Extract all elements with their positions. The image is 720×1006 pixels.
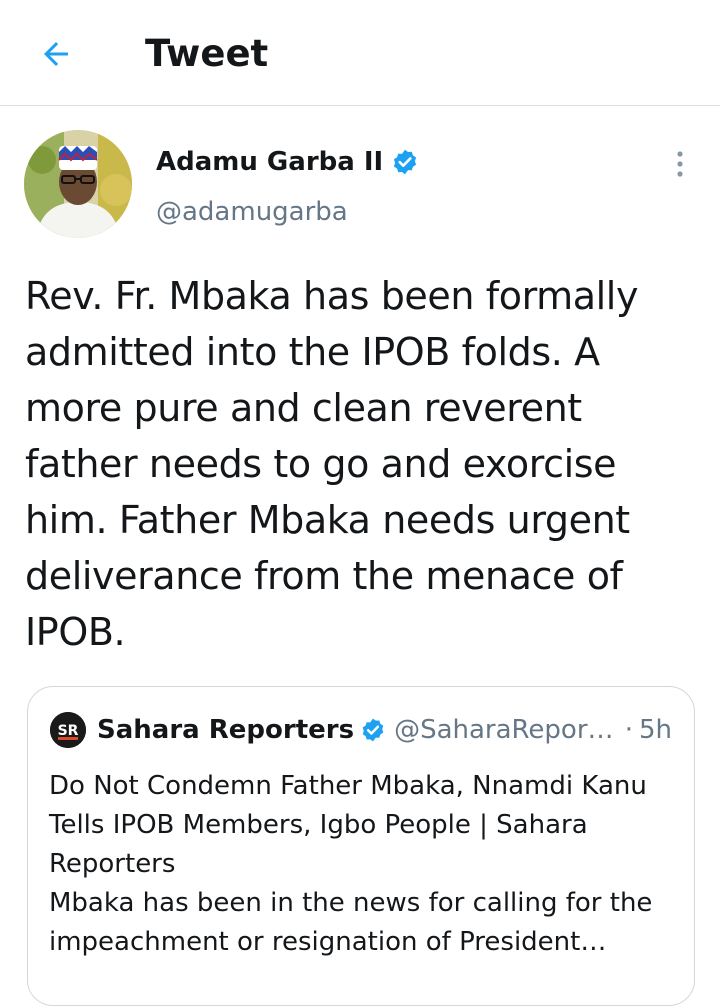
more-vertical-icon <box>677 151 683 177</box>
quoted-tweet-header: SR Sahara Reporters @SaharaReporters · 5… <box>50 709 672 751</box>
author-name: Adamu Garba II <box>156 147 384 177</box>
verified-badge-icon <box>391 148 419 176</box>
more-options-button[interactable] <box>664 146 696 182</box>
quoted-author-handle: @SaharaReporters <box>394 715 615 745</box>
back-button[interactable] <box>30 28 82 80</box>
quoted-tweet-card[interactable]: SR Sahara Reporters @SaharaReporters · 5… <box>27 686 695 1006</box>
logo-text: SR <box>58 723 79 739</box>
tweet-text: Rev. Fr. Mbaka has been formally admitte… <box>25 274 639 654</box>
quoted-timestamp: 5h <box>638 715 672 745</box>
author-name-row[interactable]: Adamu Garba II <box>156 142 419 182</box>
avatar[interactable] <box>24 130 132 238</box>
avatar-image <box>24 130 132 238</box>
quoted-description: Mbaka has been in the news for calling f… <box>49 888 653 957</box>
quoted-author-name: Sahara Reporters <box>97 715 355 745</box>
separator-dot: · <box>624 715 633 745</box>
page-title: Tweet <box>145 32 269 75</box>
quoted-headline: Do Not Condemn Father Mbaka, Nnamdi Kanu… <box>49 771 647 879</box>
author-handle[interactable]: @adamugarba <box>156 192 348 232</box>
quoted-verified-badge-icon <box>360 717 386 743</box>
arrow-left-icon <box>44 42 68 66</box>
sahara-reporters-logo-icon: SR <box>50 712 86 748</box>
top-bar: Tweet <box>0 0 720 106</box>
